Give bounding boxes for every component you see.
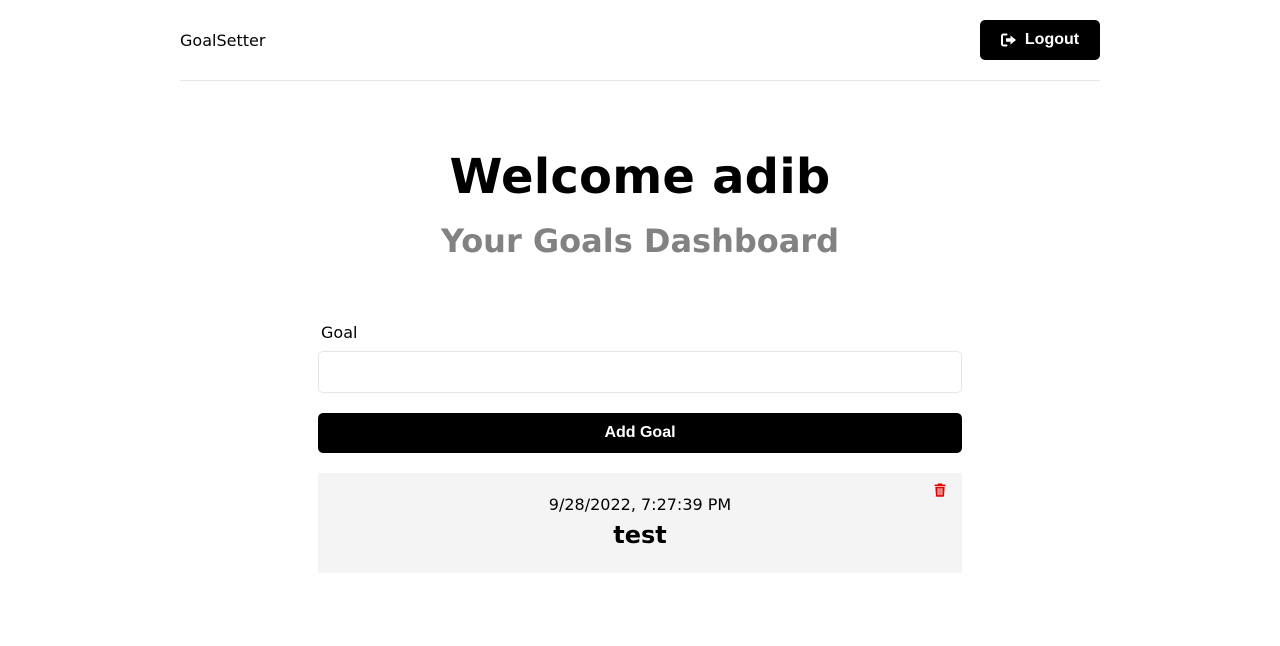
heading-section: Welcome adib Your Goals Dashboard [180,81,1100,261]
welcome-title: Welcome adib [449,149,831,205]
logout-button[interactable]: Logout [980,19,1100,60]
trash-icon[interactable] [933,482,947,498]
header: GoalSetter Logout [180,0,1100,81]
goal-form: Goal Add Goal 9/28/2022, 7:27:39 PM test [318,261,962,573]
page-container: GoalSetter Logout Welcome adib Your Goal… [180,0,1100,573]
goal-item: 9/28/2022, 7:27:39 PM test [318,473,962,573]
logout-label: Logout [1024,30,1080,48]
add-goal-button[interactable]: Add Goal [318,413,962,453]
goal-input[interactable] [318,351,962,393]
goal-text: test [613,521,667,549]
goal-label: Goal [321,323,358,342]
brand-link[interactable]: GoalSetter [180,31,265,50]
sign-out-icon [1000,33,1017,47]
goal-date: 9/28/2022, 7:27:39 PM [548,495,732,514]
dashboard-subtitle: Your Goals Dashboard [440,222,840,260]
